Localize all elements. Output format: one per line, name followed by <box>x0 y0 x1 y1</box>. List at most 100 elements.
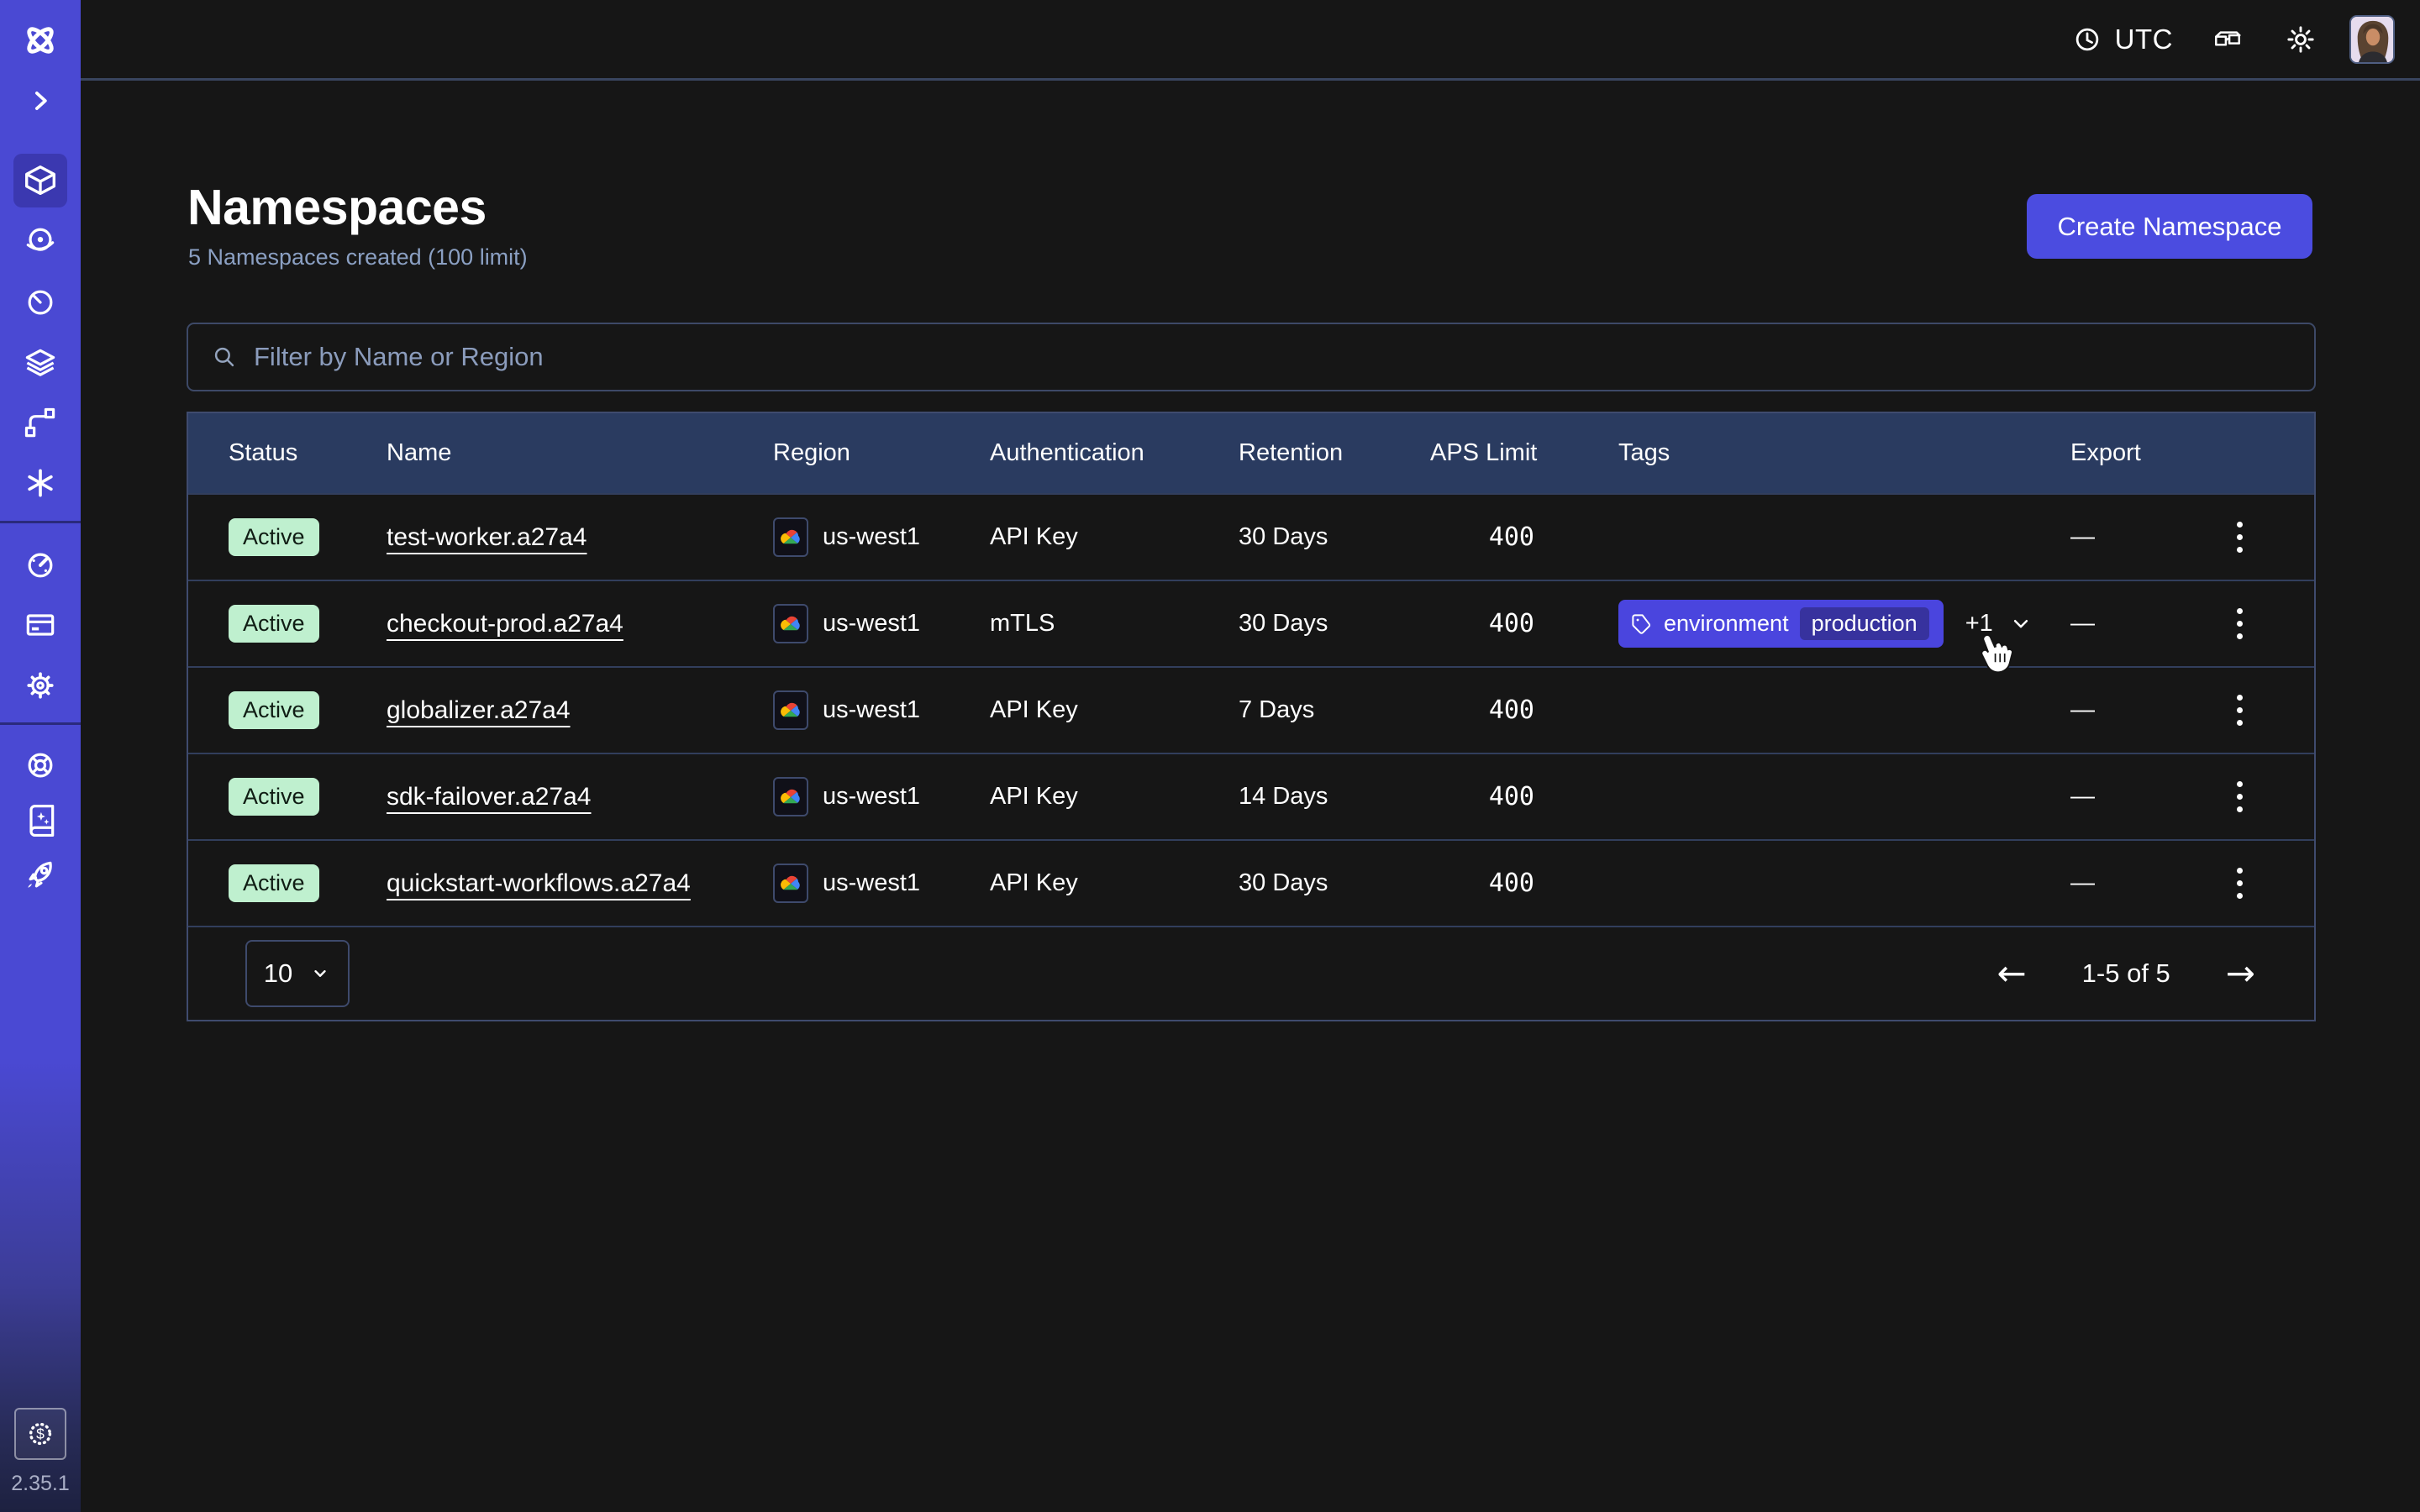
region-cell: us-west1 <box>773 690 990 730</box>
page-subtitle: 5 Namespaces created (100 limit) <box>188 244 528 270</box>
auth-cell: API Key <box>990 869 1239 897</box>
retention-cell: 30 Days <box>1239 610 1430 638</box>
region-label: us-west1 <box>823 610 920 638</box>
prev-page-button[interactable]: ← <box>1996 956 2026 991</box>
pagination-bar: 10 ← 1-5 of 5 → <box>188 926 2314 1020</box>
aps-limit-cell: 400 <box>1430 782 1534 811</box>
row-menu-kebab-button[interactable] <box>2228 513 2251 561</box>
sidebar-item-workflows[interactable] <box>13 214 67 268</box>
sidebar: $ 2.35.1 <box>0 0 81 1512</box>
status-cell: Active <box>229 778 387 816</box>
status-badge: Active <box>229 518 319 556</box>
region-cell: us-west1 <box>773 604 990 643</box>
col-export: Export <box>2070 439 2203 467</box>
namespace-link[interactable]: checkout-prod.a27a4 <box>387 610 623 638</box>
row-menu-kebab-button[interactable] <box>2228 686 2251 734</box>
retention-cell: 7 Days <box>1239 696 1430 724</box>
user-avatar[interactable] <box>2349 15 2395 64</box>
name-cell: sdk-failover.a27a4 <box>387 783 773 811</box>
dollar-glyph: $ <box>36 1425 45 1442</box>
col-aps-limit: APS Limit <box>1430 439 1534 467</box>
page-size-value: 10 <box>264 958 292 989</box>
filter-bar <box>187 323 2316 391</box>
pagination-range-label: 1-5 of 5 <box>2082 958 2170 989</box>
search-icon <box>210 343 239 371</box>
sidebar-item-nexus[interactable] <box>13 456 67 510</box>
export-cell: — <box>2070 783 2203 811</box>
col-retention: Retention <box>1239 439 1430 467</box>
col-tags: Tags <box>1534 439 2070 467</box>
auth-cell: API Key <box>990 696 1239 724</box>
auth-cell: API Key <box>990 783 1239 811</box>
status-cell: Active <box>229 864 387 902</box>
chevron-down-icon <box>309 963 331 984</box>
timezone-selector[interactable]: UTC <box>2071 24 2173 55</box>
aps-limit-cell: 400 <box>1430 609 1534 638</box>
temporal-logo-icon[interactable] <box>13 13 67 67</box>
sidebar-item-schedules[interactable] <box>13 276 67 329</box>
region-cell: us-west1 <box>773 777 990 816</box>
sidebar-divider <box>0 722 81 725</box>
sun-theme-icon[interactable] <box>2284 23 2317 56</box>
next-page-button[interactable]: → <box>2226 956 2255 991</box>
namespace-link[interactable]: globalizer.a27a4 <box>387 696 571 724</box>
sidebar-item-settings[interactable] <box>13 659 67 712</box>
col-name: Name <box>387 439 773 467</box>
tags-more-label: +1 <box>1965 610 1993 638</box>
export-cell: — <box>2070 523 2203 551</box>
sidebar-item-deployments[interactable] <box>13 336 67 390</box>
sidebar-item-batch-operations[interactable] <box>13 396 67 449</box>
status-badge: Active <box>229 778 319 816</box>
export-cell: — <box>2070 696 2203 724</box>
name-cell: quickstart-workflows.a27a4 <box>387 869 773 898</box>
filter-input[interactable] <box>254 342 2292 372</box>
table-row: Active globalizer.a27a4 us- <box>188 666 2314 753</box>
clock-icon <box>2071 24 2103 55</box>
table-row: Active checkout-prod.a27a4 <box>188 580 2314 666</box>
retention-cell: 30 Days <box>1239 869 1430 897</box>
tag-key: environment <box>1664 611 1789 637</box>
glasses-icon[interactable] <box>2207 23 2249 56</box>
page-size-select[interactable]: 10 <box>245 940 350 1007</box>
name-cell: checkout-prod.a27a4 <box>387 610 773 638</box>
sidebar-item-getting-started[interactable] <box>13 848 67 902</box>
region-cell: us-west1 <box>773 517 990 557</box>
region-cell: us-west1 <box>773 864 990 903</box>
row-menu-kebab-button[interactable] <box>2228 859 2251 907</box>
credits-dollar-badge[interactable]: $ <box>14 1408 66 1460</box>
status-cell: Active <box>229 518 387 556</box>
row-menu-kebab-button[interactable] <box>2228 773 2251 821</box>
topbar: UTC <box>81 0 2420 81</box>
table-row: Active sdk-failover.a27a4 u <box>188 753 2314 839</box>
actions-cell <box>2203 600 2275 648</box>
name-cell: test-worker.a27a4 <box>387 523 773 552</box>
namespace-link[interactable]: sdk-failover.a27a4 <box>387 783 592 811</box>
auth-cell: mTLS <box>990 610 1239 638</box>
region-label: us-west1 <box>823 523 920 551</box>
tag-value: production <box>1800 607 1929 640</box>
namespaces-table: Status Name Region Authentication Retent… <box>187 412 2316 1021</box>
status-badge: Active <box>229 691 319 729</box>
gcp-cloud-icon <box>773 864 808 903</box>
tag-pill[interactable]: environment production <box>1618 600 1944 648</box>
col-status: Status <box>229 439 387 467</box>
region-label: us-west1 <box>823 696 920 724</box>
sidebar-item-namespaces[interactable] <box>13 154 67 207</box>
sidebar-item-support[interactable] <box>13 738 67 792</box>
aps-limit-cell: 400 <box>1430 522 1534 552</box>
row-menu-kebab-button[interactable] <box>2228 600 2251 648</box>
sidebar-item-docs[interactable] <box>13 794 67 848</box>
tag-icon <box>1630 612 1653 635</box>
sidebar-expand-chevron-icon[interactable] <box>13 74 67 128</box>
sidebar-item-billing[interactable] <box>13 598 67 652</box>
region-label: us-west1 <box>823 869 920 897</box>
aps-limit-cell: 400 <box>1430 696 1534 725</box>
table-row: Active test-worker.a27a4 us <box>188 493 2314 580</box>
namespace-link[interactable]: quickstart-workflows.a27a4 <box>387 869 691 897</box>
namespace-link[interactable]: test-worker.a27a4 <box>387 523 587 551</box>
tags-more[interactable]: +1 <box>1965 610 2033 638</box>
create-namespace-button[interactable]: Create Namespace <box>2027 194 2312 259</box>
name-cell: globalizer.a27a4 <box>387 696 773 725</box>
col-region: Region <box>773 439 990 467</box>
sidebar-item-usage[interactable] <box>13 538 67 591</box>
